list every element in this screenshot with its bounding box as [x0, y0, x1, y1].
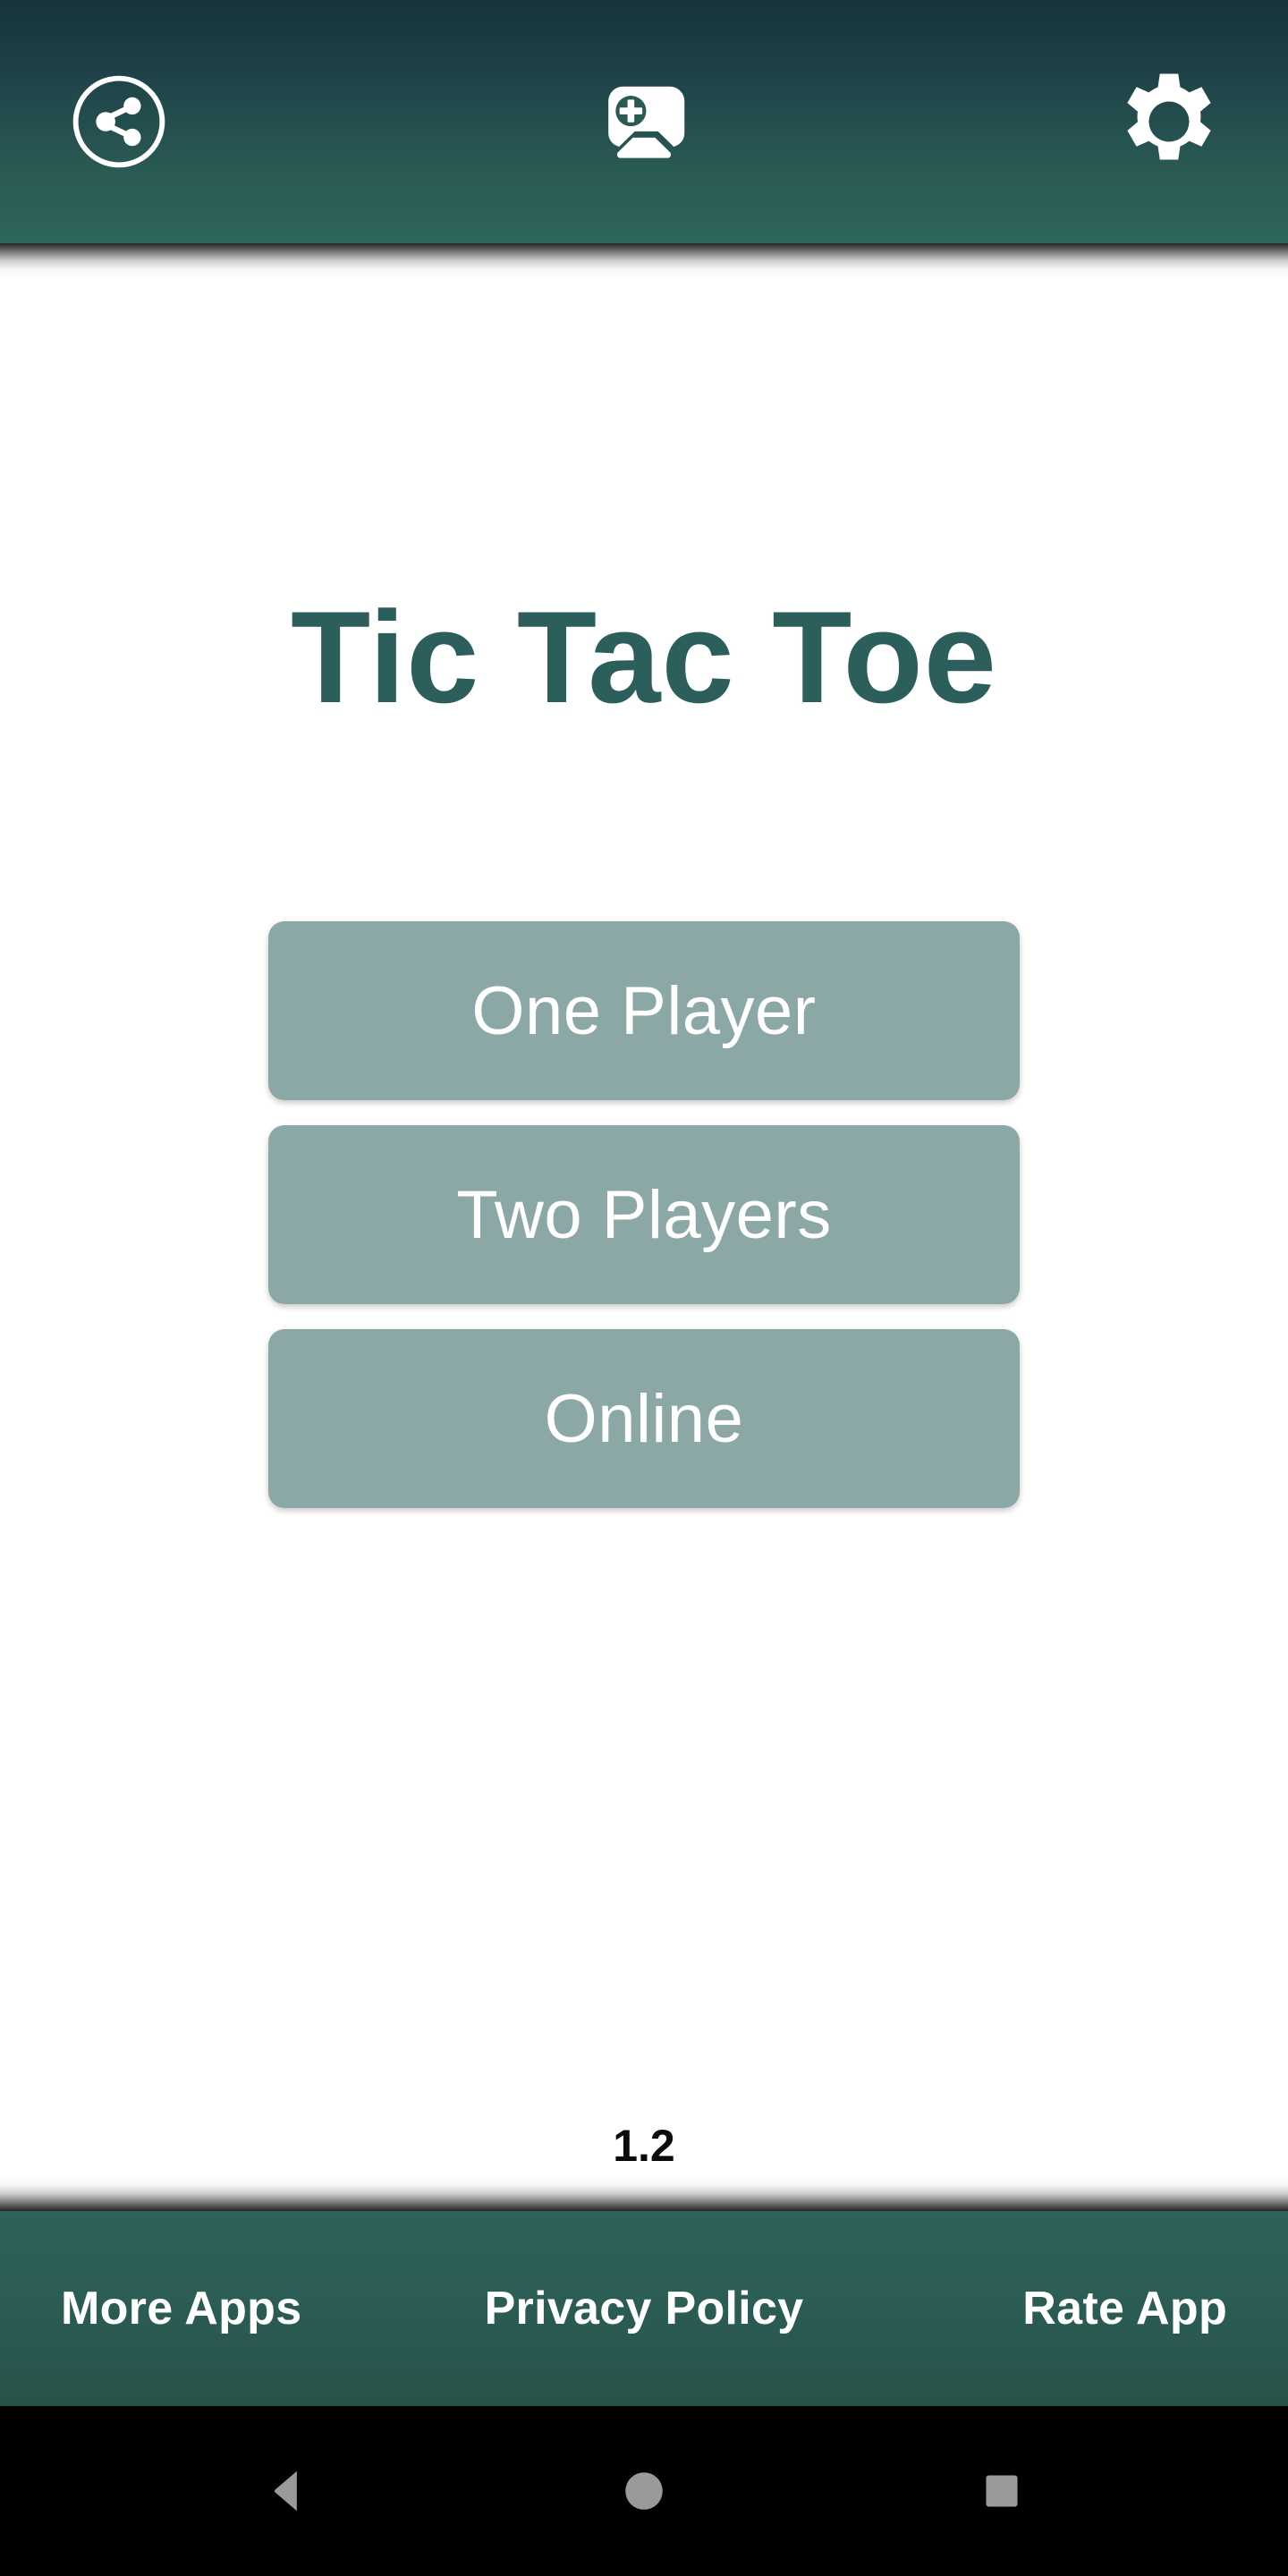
- version-label: 1.2: [613, 2121, 675, 2171]
- main-content: Tic Tac Toe One Player Two Players Onlin…: [0, 243, 1288, 2211]
- bottom-links-bar: More Apps Privacy Policy Rate App: [0, 2175, 1288, 2406]
- gear-icon: [1115, 68, 1223, 175]
- home-circle-icon: [618, 2465, 670, 2517]
- app-screen: Tic Tac Toe One Player Two Players Onlin…: [0, 0, 1288, 2576]
- more-apps-link[interactable]: More Apps: [23, 2282, 450, 2335]
- recents-square-icon: [978, 2467, 1026, 2515]
- share-circle-icon: [71, 73, 167, 170]
- online-button[interactable]: Online: [268, 1329, 1020, 1508]
- games-button[interactable]: [195, 46, 1093, 198]
- settings-button[interactable]: [1093, 46, 1245, 198]
- home-button[interactable]: [581, 2428, 707, 2554]
- system-navigation-bar: [0, 2406, 1288, 2576]
- share-button[interactable]: [43, 46, 195, 198]
- back-triangle-icon: [258, 2463, 314, 2519]
- one-player-button[interactable]: One Player: [268, 921, 1020, 1100]
- rate-app-link[interactable]: Rate App: [838, 2282, 1265, 2335]
- back-button[interactable]: [224, 2428, 349, 2554]
- page-title: Tic Tac Toe: [291, 584, 997, 730]
- gamepad-icon: [586, 64, 702, 180]
- top-app-bar: [0, 0, 1288, 279]
- recents-button[interactable]: [939, 2428, 1064, 2554]
- main-menu: One Player Two Players Online: [268, 921, 1020, 1508]
- two-players-button[interactable]: Two Players: [268, 1125, 1020, 1304]
- privacy-policy-link[interactable]: Privacy Policy: [450, 2282, 839, 2335]
